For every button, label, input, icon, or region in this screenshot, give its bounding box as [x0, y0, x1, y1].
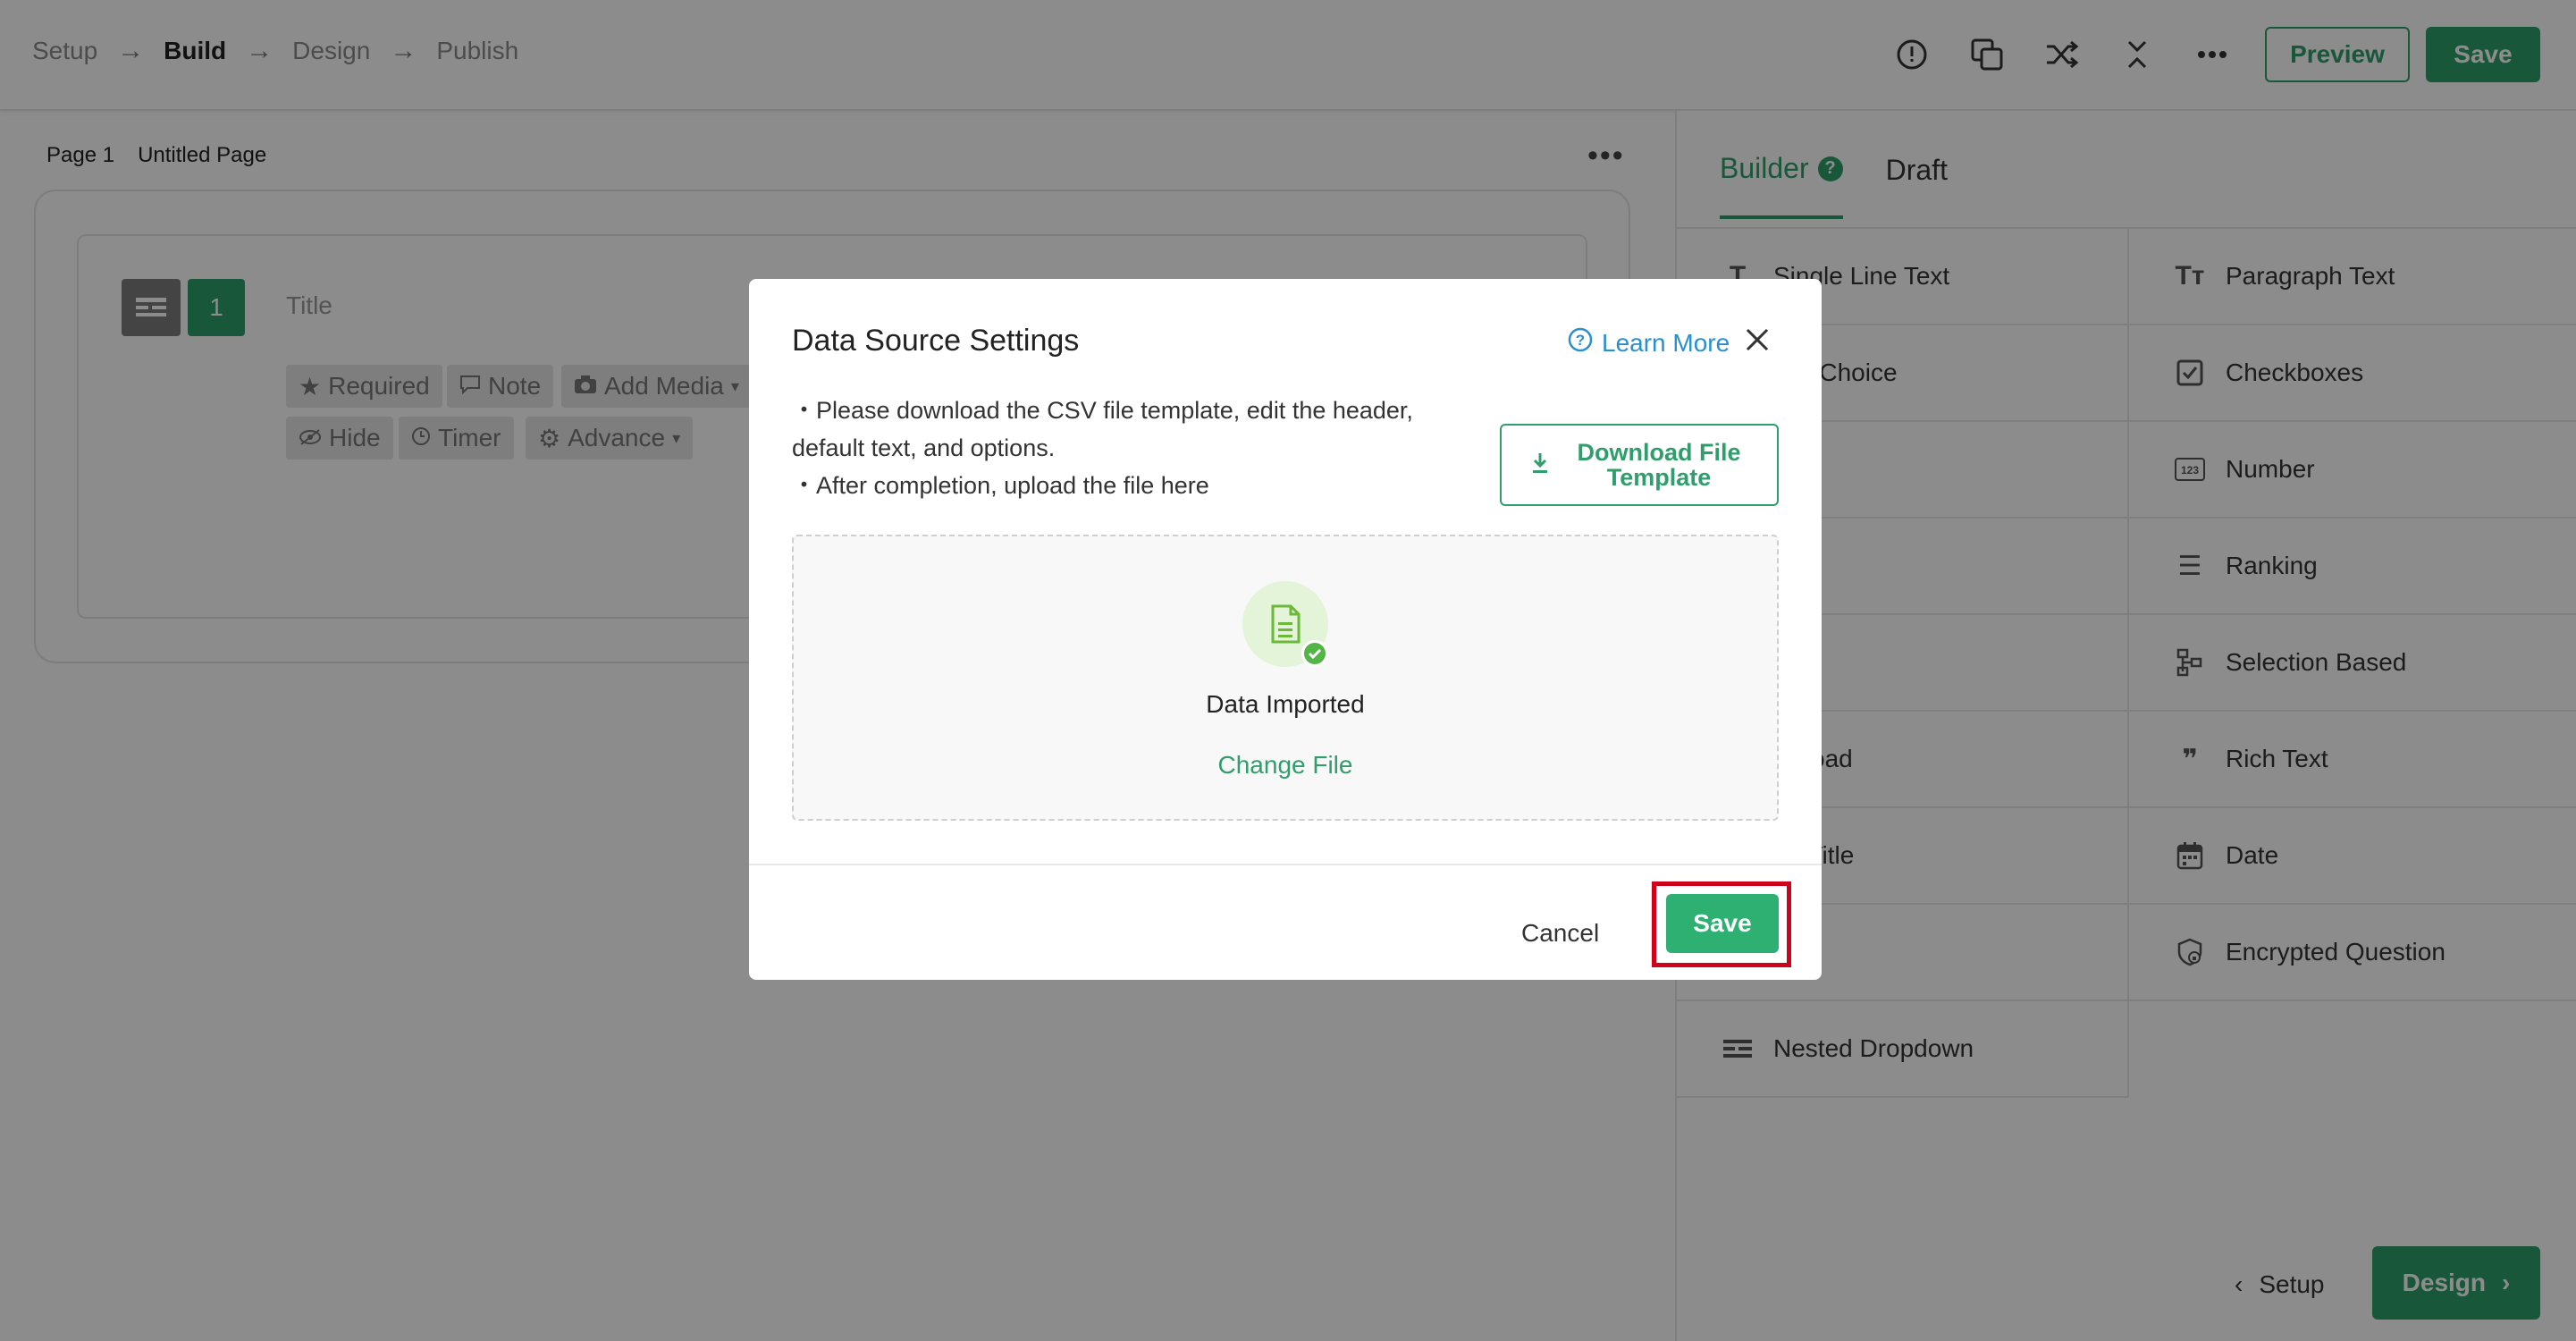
modal-title: Data Source Settings	[792, 324, 1080, 358]
help-circle-icon: ?	[1568, 327, 1593, 358]
download-label: Download File Template	[1577, 439, 1741, 491]
bullet: ・	[792, 472, 816, 499]
file-imported-icon	[1242, 581, 1328, 667]
modal-instructions: ・Please download the CSV file template, …	[792, 392, 1489, 504]
close-icon[interactable]	[1741, 324, 1773, 356]
download-template-button[interactable]: Download File Template	[1500, 424, 1779, 506]
cancel-button[interactable]: Cancel	[1521, 905, 1599, 962]
learn-more-link[interactable]: ? Learn More	[1568, 327, 1730, 358]
upload-dropzone[interactable]: Data Imported Change File	[792, 535, 1779, 821]
download-icon	[1530, 451, 1550, 479]
svg-text:?: ?	[1576, 332, 1585, 349]
check-icon	[1301, 640, 1328, 667]
learn-more-label: Learn More	[1602, 328, 1730, 357]
change-file-link[interactable]: Change File	[794, 751, 1777, 780]
bullet: ・	[792, 397, 816, 424]
instruction-item: ・Please download the CSV file template, …	[792, 392, 1489, 467]
instruction-text: Please download the CSV file template, e…	[792, 397, 1413, 461]
save-button[interactable]: Save	[1666, 894, 1779, 953]
upload-status: Data Imported	[1206, 690, 1365, 718]
footer-divider	[749, 864, 1822, 865]
instruction-item: ・After completion, upload the file here	[792, 467, 1489, 504]
data-source-settings-modal: Data Source Settings ? Learn More ・Pleas…	[749, 279, 1822, 980]
instruction-text: After completion, upload the file here	[816, 472, 1209, 499]
